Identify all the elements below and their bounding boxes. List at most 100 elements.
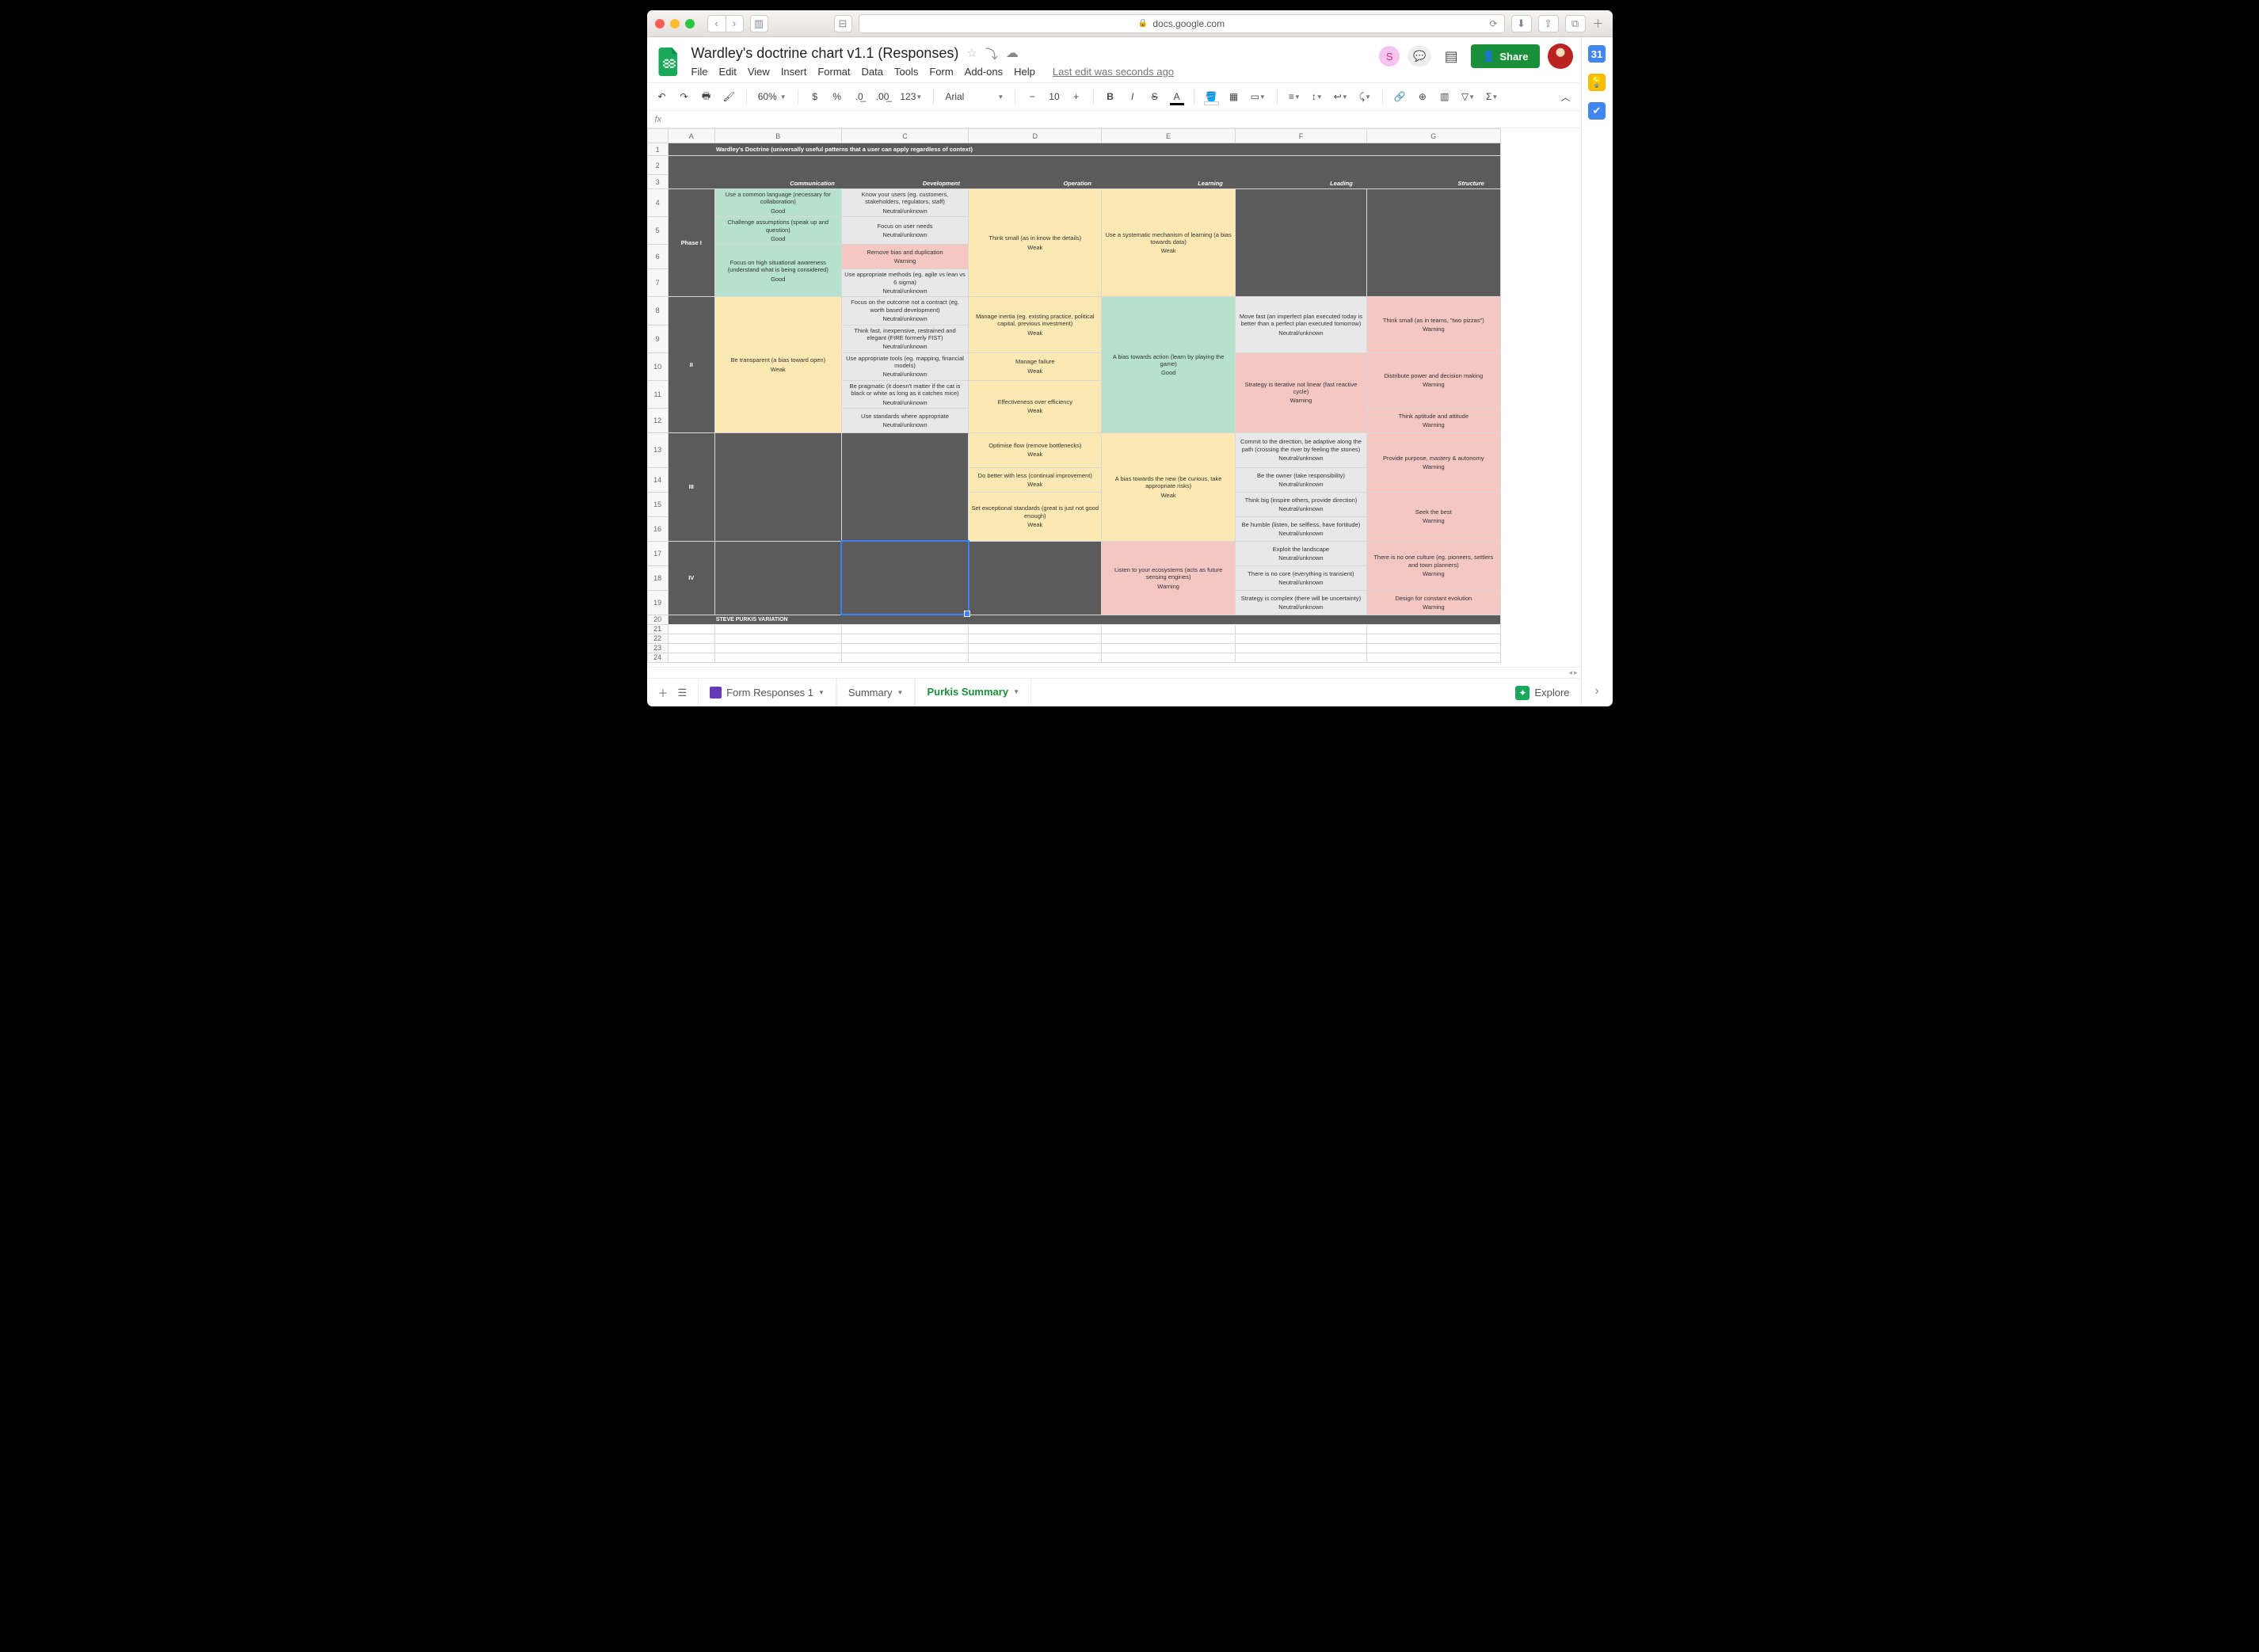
row-header[interactable]: 24 <box>647 653 668 662</box>
cell[interactable] <box>714 432 841 541</box>
minimize-window-button[interactable] <box>670 19 680 29</box>
cell[interactable]: Think aptitude and attitudeWarning <box>1367 408 1500 432</box>
strike-button[interactable]: S <box>1146 87 1164 106</box>
cell[interactable]: Think fast, inexpensive, restrained and … <box>841 325 968 352</box>
cell[interactable] <box>1102 634 1235 643</box>
fill-color-button[interactable]: 🪣 <box>1202 87 1221 106</box>
cell[interactable] <box>1102 643 1235 653</box>
cell[interactable]: Focus on the outcome not a contract (eg.… <box>841 297 968 325</box>
active-cell[interactable] <box>841 541 968 615</box>
cell[interactable]: Be humble (listen, be selfless, have for… <box>1235 516 1366 541</box>
cell[interactable] <box>668 634 714 643</box>
cell[interactable]: Commit to the direction, be adaptive alo… <box>1235 432 1366 467</box>
row-header[interactable]: 20 <box>647 615 668 624</box>
download-button[interactable]: ⬇︎ <box>1511 15 1532 32</box>
cell[interactable]: Think small (as in teams, "two pizzas")W… <box>1367 297 1500 352</box>
cell[interactable]: Focus on high situational awareness (und… <box>714 245 841 297</box>
cell[interactable]: II <box>668 297 714 433</box>
row-header[interactable]: 3 <box>647 175 668 189</box>
row-header[interactable]: 8 <box>647 297 668 325</box>
row-header[interactable]: 10 <box>647 352 668 380</box>
url-bar[interactable]: 🔒 docs.google.com ⟳ <box>859 14 1505 33</box>
cell[interactable]: There is no core (everything is transien… <box>1235 565 1366 590</box>
cell[interactable]: Be pragmatic (it doesn't matter if the c… <box>841 380 968 408</box>
cell[interactable] <box>1235 653 1366 662</box>
comments-icon[interactable]: ▤ <box>1439 44 1463 68</box>
row-header[interactable]: 9 <box>647 325 668 352</box>
cell[interactable]: Remove bias and duplicationWarning <box>841 245 968 269</box>
cell[interactable] <box>1235 643 1366 653</box>
share-button[interactable]: 👤Share <box>1471 44 1539 68</box>
cell[interactable] <box>969 653 1102 662</box>
col-header[interactable]: B <box>714 129 841 143</box>
menu-tools[interactable]: Tools <box>894 66 918 78</box>
cell[interactable] <box>969 643 1102 653</box>
cell[interactable] <box>841 643 968 653</box>
menu-form[interactable]: Form <box>929 66 953 78</box>
cell[interactable] <box>1367 653 1500 662</box>
cell[interactable]: Distribute power and decision makingWarn… <box>1367 352 1500 408</box>
reader-button[interactable]: ⊟ <box>834 15 852 32</box>
cell[interactable] <box>1367 634 1500 643</box>
cell[interactable] <box>969 624 1102 634</box>
menu-insert[interactable]: Insert <box>781 66 807 78</box>
show-sidebar-button[interactable]: ▥ <box>750 15 768 32</box>
cell[interactable] <box>1367 189 1500 297</box>
cell[interactable] <box>969 541 1102 615</box>
cell[interactable]: Use appropriate tools (eg. mapping, fina… <box>841 352 968 380</box>
cell[interactable]: Move fast (an imperfect plan executed to… <box>1235 297 1366 352</box>
insert-comment-button[interactable]: ⊕ <box>1414 87 1431 106</box>
row-header[interactable]: 13 <box>647 432 668 467</box>
row-header[interactable]: 22 <box>647 634 668 643</box>
cell[interactable]: Optimise flow (remove bottlenecks)Weak <box>969 432 1102 467</box>
star-icon[interactable]: ☆ <box>966 46 977 60</box>
col-header[interactable]: E <box>1102 129 1235 143</box>
cell[interactable]: Think small (as in know the details)Weak <box>969 189 1102 297</box>
menu-help[interactable]: Help <box>1014 66 1035 78</box>
cell[interactable] <box>1235 624 1366 634</box>
col-header[interactable]: C <box>841 129 968 143</box>
cell[interactable] <box>1235 634 1366 643</box>
account-avatar[interactable] <box>1548 44 1573 69</box>
cell[interactable]: Listen to your ecosystems (acts as futur… <box>1102 541 1235 615</box>
cell[interactable] <box>714 624 841 634</box>
collapse-panel-button[interactable]: › <box>1594 684 1598 698</box>
cell[interactable]: Use a systematic mechanism of learning (… <box>1102 189 1235 297</box>
tasks-icon[interactable]: ✔︎ <box>1588 102 1606 120</box>
cell[interactable]: Communication Development Operation Lear… <box>668 156 1500 189</box>
cell[interactable]: Design for constant evolutionWarning <box>1367 590 1500 615</box>
cell[interactable]: Do better with less (continual improveme… <box>969 467 1102 492</box>
format-inc-dec-button[interactable]: .00̲ <box>873 87 893 106</box>
cell[interactable] <box>668 643 714 653</box>
filter-button[interactable]: ▽▼ <box>1458 87 1478 106</box>
cell[interactable] <box>1102 624 1235 634</box>
col-header[interactable]: F <box>1235 129 1366 143</box>
menu-file[interactable]: File <box>691 66 708 78</box>
cell[interactable]: A bias towards the new (be curious, take… <box>1102 432 1235 541</box>
col-header[interactable]: A <box>668 129 714 143</box>
cell[interactable] <box>969 634 1102 643</box>
cell[interactable] <box>841 653 968 662</box>
cell[interactable]: Challenge assumptions (speak up and ques… <box>714 217 841 245</box>
tabs-button[interactable]: ⧉ <box>1565 15 1586 32</box>
reload-icon[interactable]: ⟳ <box>1489 18 1497 29</box>
calendar-icon[interactable]: 31 <box>1588 45 1606 63</box>
sheets-logo-icon[interactable] <box>655 44 684 80</box>
row-header[interactable]: 12 <box>647 408 668 432</box>
cell[interactable]: IV <box>668 541 714 615</box>
menu-data[interactable]: Data <box>862 66 883 78</box>
cell[interactable]: III <box>668 432 714 541</box>
cell[interactable]: Strategy is iterative not linear (fast r… <box>1235 352 1366 432</box>
menu-format[interactable]: Format <box>817 66 850 78</box>
h-align-button[interactable]: ≡▼ <box>1286 87 1304 106</box>
row-header[interactable]: 19 <box>647 590 668 615</box>
borders-button[interactable]: ▦ <box>1225 87 1243 106</box>
menu-addons[interactable]: Add-ons <box>965 66 1003 78</box>
cell[interactable]: Know your users (eg. customers, stakehol… <box>841 189 968 217</box>
collaborator-avatar[interactable]: S <box>1379 46 1400 67</box>
print-button[interactable]: 🖶 <box>698 87 715 106</box>
cell[interactable]: Seek the bestWarning <box>1367 492 1500 541</box>
format-dec-dec-button[interactable]: .0̲ <box>851 87 868 106</box>
row-header[interactable]: 18 <box>647 565 668 590</box>
row-header[interactable]: 23 <box>647 643 668 653</box>
